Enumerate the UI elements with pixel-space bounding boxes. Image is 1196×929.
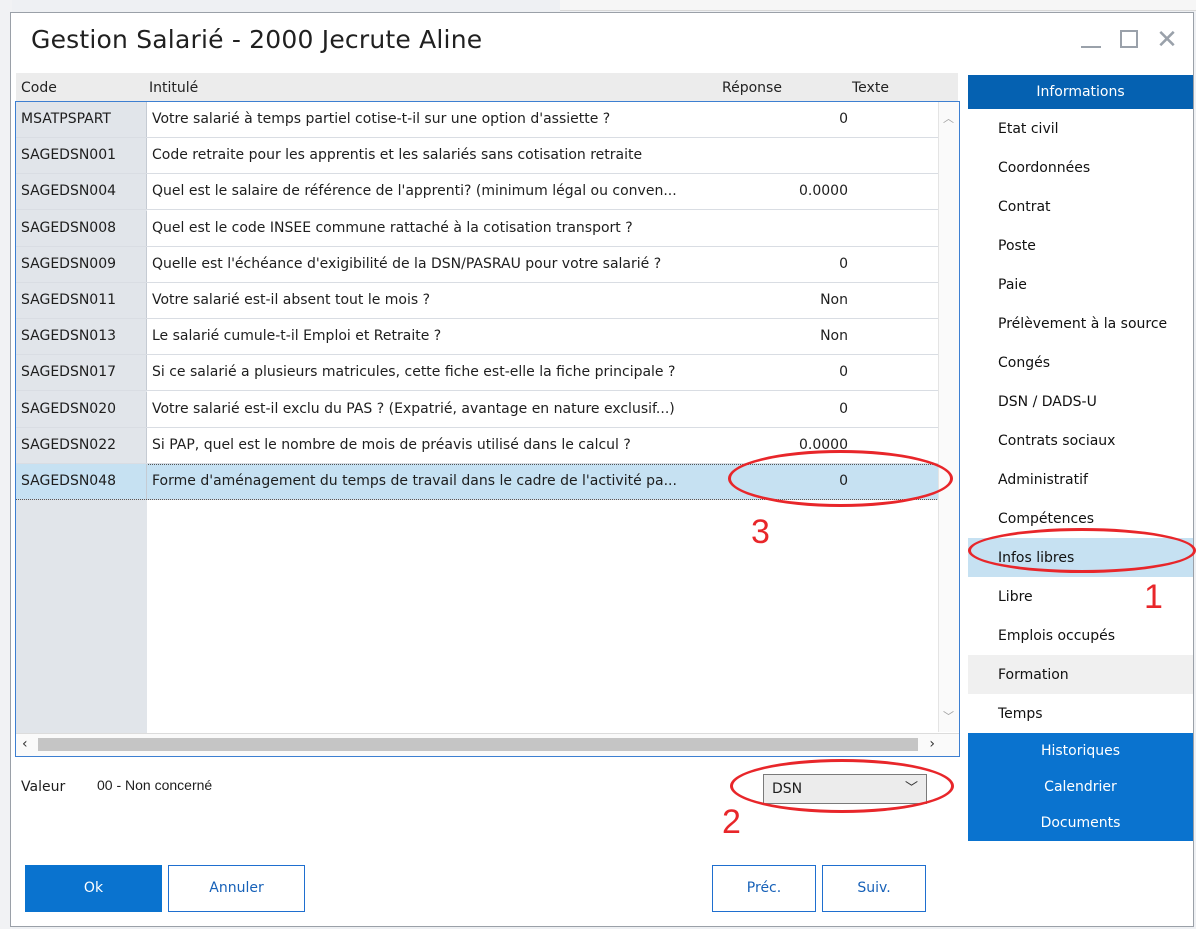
header-code[interactable]: Code	[21, 80, 57, 96]
cell-label: Quel est le code INSEE commune rattaché …	[152, 219, 633, 236]
sidebar-items: Etat civil Coordonnées Contrat Poste Paie Pré…	[968, 109, 1193, 733]
cell-reponse[interactable]	[740, 138, 848, 173]
scroll-down-icon[interactable]: ﹀	[943, 708, 954, 724]
sidebar-link-documents[interactable]: Documents	[968, 805, 1193, 841]
cell-reponse[interactable]: 0	[740, 392, 848, 427]
header-intitule[interactable]: Intitulé	[149, 80, 198, 96]
cell-code: SAGEDSN022	[16, 427, 147, 463]
sidebar-header: Informations	[968, 75, 1193, 109]
table-row[interactable]: SAGEDSN001 Code retraite pour les apprent…	[16, 138, 939, 175]
sidebar: Informations Etat civil Coordonnées Contra…	[968, 75, 1193, 841]
cell-label: Votre salarié est-il exclu du PAS ? (Exp…	[152, 400, 675, 417]
sidebar-item-etat-civil[interactable]: Etat civil	[968, 109, 1193, 148]
header-reponse[interactable]: Réponse	[722, 80, 782, 96]
scroll-left-icon[interactable]: ‹	[22, 736, 28, 752]
cell-code: SAGEDSN009	[16, 246, 147, 282]
cell-code: SAGEDSN020	[16, 391, 147, 427]
scroll-right-icon[interactable]: ›	[929, 736, 935, 752]
sidebar-item-coordonnees[interactable]: Coordonnées	[968, 148, 1193, 187]
sidebar-link-historiques[interactable]: Historiques	[968, 733, 1193, 769]
close-icon[interactable]: ✕	[1155, 27, 1179, 53]
cell-label: Forme d'aménagement du temps de travail …	[152, 473, 677, 489]
cancel-button[interactable]: Annuler	[168, 865, 305, 912]
sidebar-item-contrats-sociaux[interactable]: Contrats sociaux	[968, 421, 1193, 460]
window-title: Gestion Salarié - 2000 Jecrute Aline	[31, 25, 483, 54]
sidebar-item-emplois-occupes[interactable]: Emplois occupés	[968, 616, 1193, 655]
sidebar-item-contrat[interactable]: Contrat	[968, 187, 1193, 226]
cell-reponse[interactable]: Non	[740, 283, 848, 318]
sidebar-bottom: Historiques Calendrier Documents	[968, 733, 1193, 841]
table-row[interactable]: SAGEDSN009 Quelle est l'échéance d'exigib…	[16, 246, 939, 283]
annotation-ellipse-3	[728, 450, 953, 507]
cell-reponse[interactable]: 0	[740, 355, 848, 390]
table-row[interactable]: SAGEDSN017 Si ce salarié a plusieurs matr…	[16, 355, 939, 392]
scroll-thumb[interactable]	[38, 738, 918, 751]
cell-label: Votre salarié est-il absent tout le mois…	[152, 292, 431, 308]
valeur-value: 00 - Non concerné	[97, 777, 213, 793]
cell-label: Si ce salarié a plusieurs matricules, ce…	[152, 364, 676, 381]
cell-reponse[interactable]: 0.0000	[740, 174, 848, 209]
ok-button[interactable]: Ok	[25, 865, 162, 912]
annotation-ellipse-1	[968, 528, 1196, 573]
grid-header: Code Intitulé Réponse Texte	[16, 73, 958, 103]
questions-grid: MSATPSPART Votre salarié à temps partiel …	[15, 101, 960, 757]
scroll-up-icon[interactable]: ︿	[943, 110, 954, 126]
annotation-number-3: 3	[751, 513, 770, 551]
valeur-label: Valeur	[21, 779, 66, 795]
cell-code: SAGEDSN008	[16, 210, 147, 246]
table-row[interactable]: MSATPSPART Votre salarié à temps partiel …	[16, 102, 939, 138]
header-texte[interactable]: Texte	[852, 80, 889, 96]
cell-label: Le salarié cumule-t-il Emploi et Retrait…	[152, 328, 442, 345]
annotation-number-1: 1	[1144, 578, 1163, 616]
cell-reponse[interactable]: 0	[740, 102, 848, 137]
cell-code: SAGEDSN017	[16, 355, 147, 391]
sidebar-item-temps[interactable]: Temps	[968, 694, 1193, 733]
maximize-icon[interactable]	[1117, 27, 1141, 53]
previous-button[interactable]: Préc.	[712, 865, 816, 912]
minimize-icon[interactable]	[1079, 27, 1103, 53]
cell-reponse[interactable]	[740, 211, 848, 246]
cell-label: Code retraite pour les apprentis et les …	[152, 147, 643, 164]
cell-code: SAGEDSN004	[16, 174, 147, 210]
cell-label: Si PAP, quel est le nombre de mois de pr…	[152, 436, 631, 453]
sidebar-item-administratif[interactable]: Administratif	[968, 460, 1193, 499]
horizontal-scrollbar[interactable]: ‹ ›	[16, 733, 959, 756]
sidebar-item-formation[interactable]: Formation	[968, 655, 1193, 694]
sidebar-item-dsn-dads-u[interactable]: DSN / DADS-U	[968, 382, 1193, 421]
table-row[interactable]: SAGEDSN011 Votre salarié est-il absent to…	[16, 283, 939, 319]
cell-label: Votre salarié à temps partiel cotise-t-i…	[152, 111, 611, 127]
cell-reponse[interactable]: 0	[740, 247, 848, 282]
cell-code: MSATPSPART	[16, 102, 147, 137]
next-button[interactable]: Suiv.	[822, 865, 926, 912]
cell-code: SAGEDSN001	[16, 138, 147, 174]
employee-window: Gestion Salarié - 2000 Jecrute Aline ✕ C…	[10, 12, 1196, 927]
sidebar-link-calendrier[interactable]: Calendrier	[968, 769, 1193, 805]
cell-code: SAGEDSN011	[16, 283, 147, 318]
cell-code: SAGEDSN048	[16, 464, 147, 499]
sidebar-item-conges[interactable]: Congés	[968, 343, 1193, 382]
annotation-ellipse-2	[730, 759, 954, 813]
window-controls: ✕	[1079, 27, 1179, 53]
cell-label: Quelle est l'échéance d'exigibilité de l…	[152, 255, 662, 272]
sidebar-item-poste[interactable]: Poste	[968, 226, 1193, 265]
sidebar-item-paie[interactable]: Paie	[968, 265, 1193, 304]
table-row[interactable]: SAGEDSN020 Votre salarié est-il exclu du …	[16, 391, 939, 428]
cell-label: Quel est le salaire de référence de l'ap…	[152, 183, 677, 200]
background-top	[560, 0, 1196, 11]
table-row[interactable]: SAGEDSN008 Quel est le code INSEE commune…	[16, 210, 939, 247]
table-row[interactable]: SAGEDSN013 Le salarié cumule-t-il Emploi …	[16, 319, 939, 356]
cell-code: SAGEDSN013	[16, 319, 147, 355]
sidebar-item-prelevement-a-la-source[interactable]: Prélèvement à la source	[968, 304, 1193, 343]
vertical-scrollbar[interactable]: ︿ ﹀	[938, 102, 959, 732]
annotation-number-2: 2	[722, 803, 741, 841]
table-row[interactable]: SAGEDSN004 Quel est le salaire de référen…	[16, 174, 939, 211]
cell-reponse[interactable]: Non	[740, 319, 848, 354]
